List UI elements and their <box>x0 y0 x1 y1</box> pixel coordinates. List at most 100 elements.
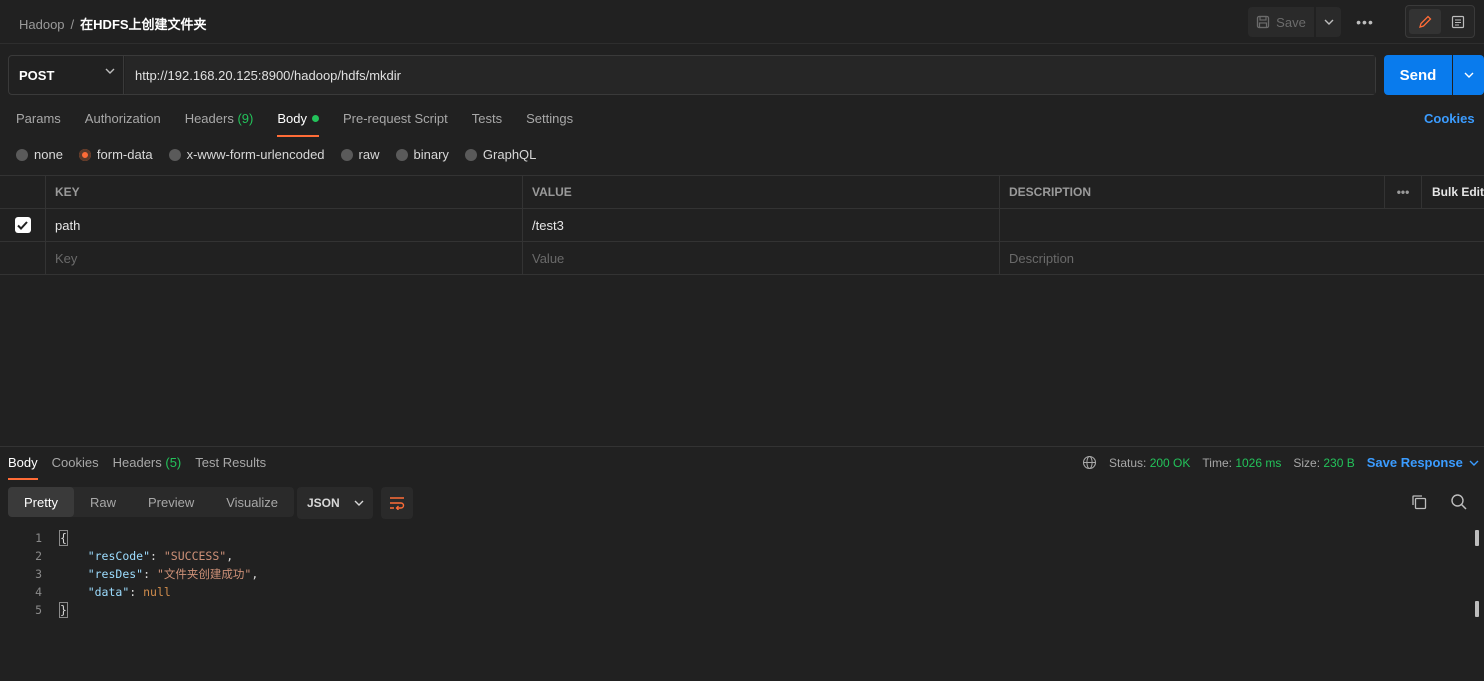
breadcrumb-collection[interactable]: Hadoop <box>19 17 65 32</box>
body-type-urlencoded[interactable]: x-www-form-urlencoded <box>168 147 325 162</box>
save-label: Save <box>1276 14 1306 30</box>
chevron-down-icon <box>354 500 364 506</box>
breadcrumb-separator: / <box>70 17 75 32</box>
view-pretty[interactable]: Pretty <box>8 487 74 517</box>
row-key-input[interactable]: path <box>45 209 522 241</box>
pencil-icon <box>1419 15 1432 28</box>
response-tab-cookies[interactable]: Cookies <box>52 455 99 477</box>
edit-mode-button[interactable] <box>1409 9 1441 34</box>
body-type-binary[interactable]: binary <box>395 147 449 162</box>
wrap-lines-icon <box>390 497 405 510</box>
table-header: KEY VALUE DESCRIPTION ••• Bulk Edit <box>0 176 1484 209</box>
response-tab-test-results[interactable]: Test Results <box>195 455 266 477</box>
column-header-description: DESCRIPTION <box>999 176 1384 208</box>
request-url-bar: POST <box>8 55 1376 95</box>
method-label: POST <box>19 67 55 83</box>
view-visualize[interactable]: Visualize <box>210 487 294 517</box>
request-title[interactable]: 在HDFS上创建文件夹 <box>80 17 206 32</box>
save-icon <box>1257 15 1270 29</box>
check-icon <box>17 220 28 230</box>
table-more-button[interactable]: ••• <box>1384 176 1421 208</box>
line-number: 2 <box>35 549 42 563</box>
chevron-down-icon <box>1469 460 1479 466</box>
code-line: 1 { <box>0 529 1470 547</box>
wrap-lines-button[interactable] <box>381 487 413 519</box>
bulk-edit-button[interactable]: Bulk Edit <box>1421 176 1484 208</box>
response-view-selector: Pretty Raw Preview Visualize <box>8 487 295 517</box>
scrollbar-marker-top[interactable] <box>1475 530 1479 546</box>
row-value-input[interactable]: /test3 <box>522 209 999 241</box>
view-mode-toggle <box>1405 5 1475 38</box>
scrollbar-marker-bottom[interactable] <box>1475 601 1479 617</box>
view-raw[interactable]: Raw <box>74 487 132 517</box>
response-headers-count: (5) <box>165 455 182 470</box>
response-tab-body[interactable]: Body <box>8 455 38 480</box>
form-data-table: KEY VALUE DESCRIPTION ••• Bulk Edit path… <box>0 175 1484 275</box>
chevron-down-icon <box>1464 72 1473 78</box>
table-row: path /test3 <box>0 209 1484 242</box>
body-type-graphql[interactable]: GraphQL <box>464 147 536 162</box>
response-time: Time: 1026 ms <box>1202 455 1282 470</box>
code-line: 2 "resCode": "SUCCESS", <box>0 547 1470 565</box>
body-type-form-data[interactable]: form-data <box>78 147 153 162</box>
tab-authorization[interactable]: Authorization <box>85 111 161 135</box>
headers-count: (9) <box>237 111 254 126</box>
response-tab-headers[interactable]: Headers (5) <box>113 455 182 477</box>
radio-icon <box>340 148 353 161</box>
table-row-empty: Key Value Description <box>0 242 1484 275</box>
code-line: 4 "data": null <box>0 583 1470 601</box>
method-select[interactable]: POST <box>9 56 124 94</box>
body-type-none[interactable]: none <box>16 147 63 162</box>
response-status: Status: 200 OK <box>1109 455 1191 470</box>
row-enabled-checkbox[interactable] <box>14 217 31 233</box>
copy-icon[interactable] <box>1410 493 1428 511</box>
line-number: 4 <box>35 585 42 599</box>
documentation-mode-button[interactable] <box>1444 9 1472 34</box>
search-icon[interactable] <box>1450 493 1468 511</box>
save-response-button[interactable]: Save Response <box>1367 455 1479 470</box>
response-size: Size: 230 B <box>1293 455 1355 470</box>
format-select[interactable]: JSON <box>297 487 373 519</box>
new-description-input[interactable]: Description <box>999 242 1484 274</box>
save-button[interactable]: Save <box>1248 7 1314 37</box>
chevron-down-icon <box>105 68 115 74</box>
radio-icon <box>168 148 181 161</box>
tab-body[interactable]: Body <box>277 111 319 137</box>
tab-tests[interactable]: Tests <box>472 111 502 135</box>
globe-icon[interactable] <box>1082 455 1097 470</box>
column-header-key: KEY <box>45 176 522 208</box>
radio-icon <box>16 148 28 161</box>
send-button[interactable]: Send <box>1384 55 1452 95</box>
response-body-viewer[interactable]: 1 { 2 "resCode": "SUCCESS", 3 "resDes": … <box>0 529 1470 619</box>
top-bar: Hadoop / 在HDFS上创建文件夹 Save ••• <box>0 0 1484 44</box>
breadcrumb: Hadoop / 在HDFS上创建文件夹 <box>19 14 207 33</box>
radio-icon <box>395 148 408 161</box>
code-line: 5 } <box>0 601 1470 619</box>
line-number: 1 <box>35 531 42 545</box>
body-type-raw[interactable]: raw <box>340 147 380 162</box>
url-input[interactable] <box>125 56 1375 94</box>
line-number: 5 <box>35 603 42 617</box>
column-header-value: VALUE <box>522 176 999 208</box>
tab-settings[interactable]: Settings <box>526 111 573 135</box>
tab-pre-request-script[interactable]: Pre-request Script <box>343 111 448 135</box>
response-pane-divider[interactable] <box>0 446 1484 447</box>
row-description-input[interactable] <box>999 209 1484 241</box>
line-number: 3 <box>35 567 42 581</box>
code-line: 3 "resDes": "文件夹创建成功", <box>0 565 1470 583</box>
more-actions-button[interactable]: ••• <box>1353 10 1377 34</box>
save-options-button[interactable] <box>1316 7 1341 37</box>
chevron-down-icon <box>1324 19 1333 25</box>
tab-headers[interactable]: Headers (9) <box>185 111 254 135</box>
view-preview[interactable]: Preview <box>132 487 210 517</box>
body-indicator-dot <box>311 115 319 122</box>
response-tabs: Body Cookies Headers (5) Test Results <box>8 455 266 480</box>
response-meta: Status: 200 OK Time: 1026 ms Size: 230 B… <box>1082 455 1479 470</box>
request-tabs: Params Authorization Headers (9) Body Pr… <box>16 111 573 137</box>
document-icon <box>1451 15 1465 28</box>
new-key-input[interactable]: Key <box>45 242 522 274</box>
cookies-link[interactable]: Cookies <box>1424 111 1475 126</box>
tab-params[interactable]: Params <box>16 111 61 135</box>
send-options-button[interactable] <box>1453 55 1484 95</box>
new-value-input[interactable]: Value <box>522 242 999 274</box>
